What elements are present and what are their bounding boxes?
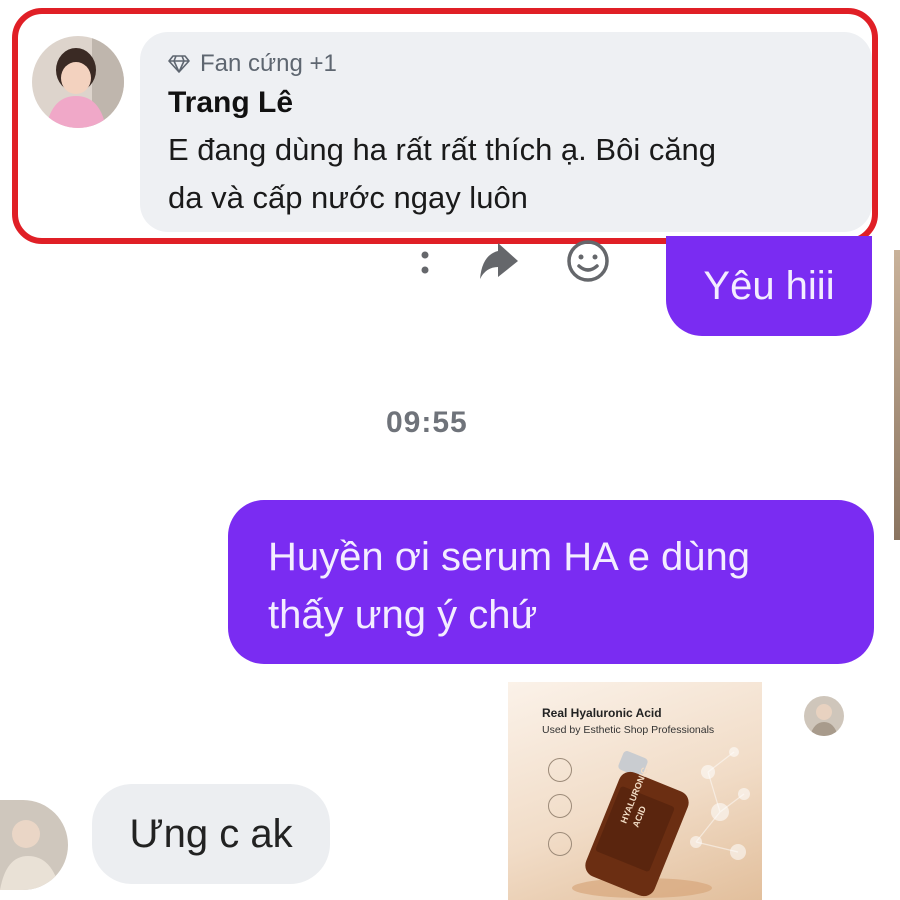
message-timestamp: 09:55 <box>386 406 468 439</box>
emoji-icon[interactable] <box>566 239 610 288</box>
comment-bubble: Fan cứng +1 Trang Lê E đang dùng ha rất … <box>140 32 872 232</box>
comment-text-line-2: da và cấp nước ngay luôn <box>168 180 528 215</box>
comment-text-line-1: E đang dùng ha rất rất thích ạ. Bôi căng <box>168 132 717 167</box>
seen-avatar <box>804 696 844 736</box>
product-image-title: Real Hyaluronic Acid <box>542 706 662 720</box>
edge-image-strip <box>894 250 900 540</box>
product-image[interactable]: HYALURONIC ACID Real Hyaluronic Acid Use… <box>508 682 762 900</box>
diamond-icon <box>168 55 190 73</box>
product-image-subtitle: Used by Esthetic Shop Professionals <box>542 724 715 736</box>
more-vertical-icon[interactable] <box>420 241 430 286</box>
outgoing-message-2[interactable]: Huyền ơi serum HA e dùng thấy ưng ý chứ <box>228 500 874 664</box>
fan-badge: Fan cứng +1 <box>168 50 844 78</box>
incoming-message-1[interactable]: Ưng c ak <box>92 784 330 884</box>
commenter-avatar[interactable] <box>32 36 124 128</box>
comment-text: E đang dùng ha rất rất thích ạ. Bôi căng… <box>168 126 844 222</box>
outgoing-message-2-line-1: Huyền ơi serum HA e dùng <box>268 535 751 579</box>
share-icon[interactable] <box>476 241 520 286</box>
feature-icon-3 <box>540 832 580 859</box>
comment-author[interactable]: Trang Lê <box>168 86 844 120</box>
feature-icon-1 <box>540 758 580 785</box>
outgoing-message-2-line-2: thấy ưng ý chứ <box>268 593 538 637</box>
highlighted-comment: Fan cứng +1 Trang Lê E đang dùng ha rất … <box>12 8 878 244</box>
message-actions <box>420 238 610 288</box>
sender-avatar[interactable] <box>0 800 68 890</box>
feature-icon-2 <box>540 794 580 821</box>
outgoing-message-1[interactable]: Yêu hiii <box>666 236 872 336</box>
badge-label: Fan cứng +1 <box>200 50 337 77</box>
